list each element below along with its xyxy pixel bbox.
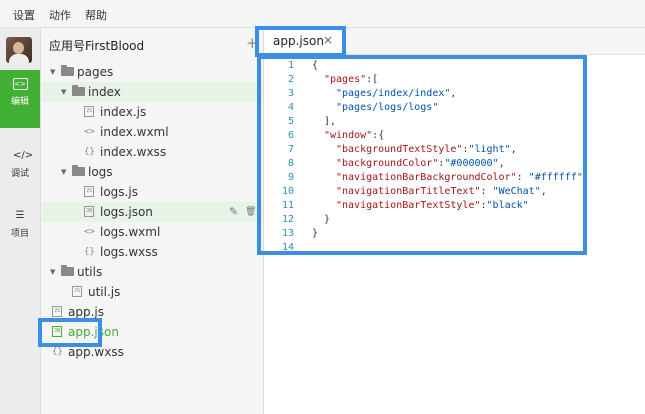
project-title: 应用号FirstBlood [49, 39, 145, 53]
debug-icon: </> [13, 150, 34, 161]
tree-item-label: logs.wxss [100, 245, 158, 259]
folder-icon [72, 85, 85, 96]
chevron-down-icon: ▼ [61, 168, 67, 176]
tree-item-index[interactable]: ▼ index [42, 82, 263, 102]
tree-item-pages[interactable]: ▼ pages [42, 62, 263, 82]
folder-icon [61, 65, 74, 76]
tree-item-index-js[interactable]: JS index.js [42, 102, 263, 122]
tree-item-logs-wxss[interactable]: {} logs.wxss [42, 242, 263, 262]
edit-icon[interactable]: ✎ [229, 202, 238, 222]
menu-help[interactable]: 帮助 [85, 7, 107, 23]
tree-item-label: pages [77, 65, 114, 79]
highlight-box-file [38, 318, 102, 347]
nav-debug[interactable]: </> 调试 [0, 142, 40, 200]
highlight-box-tab [255, 26, 346, 57]
tree-item-label: logs.js [100, 185, 138, 199]
chevron-down-icon: ▼ [50, 68, 56, 76]
js-file-icon: JS [52, 306, 62, 317]
activity-bar: <> 编辑 </> 调试 ☰ 项目 [0, 28, 41, 414]
tree-item-logs-wxml[interactable]: <> logs.wxml [42, 222, 263, 242]
folder-icon [72, 165, 85, 176]
tree-item-label: index.js [100, 105, 147, 119]
code-icon: <> [12, 78, 28, 90]
tree-item-utils[interactable]: ▼ utils [42, 262, 263, 282]
wxss-file-icon: {} [84, 247, 95, 257]
wxml-file-icon: <> [84, 127, 95, 137]
chevron-down-icon: ▼ [61, 88, 67, 96]
nav-project[interactable]: ☰ 项目 [0, 202, 40, 260]
nav-project-label: 项目 [10, 229, 29, 239]
wxml-file-icon: <> [84, 227, 95, 237]
json-file-icon: JN [84, 206, 94, 217]
tree-item-label: index.wxss [100, 145, 167, 159]
file-explorer: 应用号FirstBlood + ▼ pages ▼ index JS index… [42, 28, 264, 414]
trash-icon[interactable]: 🗑 [245, 202, 256, 222]
menu-icon: ☰ [15, 210, 25, 221]
tree-item-util-js[interactable]: JS util.js [42, 282, 263, 302]
nav-edit[interactable]: <> 编辑 [0, 70, 40, 128]
wxss-file-icon: {} [84, 147, 95, 157]
js-file-icon: JS [84, 106, 94, 117]
tree-item-label: index.wxml [100, 125, 169, 139]
tree-item-logs-json[interactable]: JN logs.json ✎ 🗑 [42, 202, 263, 222]
tree-item-label: logs.json [100, 205, 153, 219]
tree-item-logs[interactable]: ▼ logs [42, 162, 263, 182]
js-file-icon: JS [72, 286, 82, 297]
chevron-down-icon: ▼ [50, 268, 56, 276]
menu-settings[interactable]: 设置 [13, 7, 35, 23]
menu-bar: 设置 动作 帮助 [0, 0, 645, 28]
nav-edit-label: 编辑 [10, 97, 29, 107]
tree-item-label: utils [77, 265, 103, 279]
tree-item-label: util.js [88, 285, 121, 299]
folder-icon [61, 265, 74, 276]
menu-actions[interactable]: 动作 [49, 7, 71, 23]
js-file-icon: JS [84, 186, 94, 197]
tree-item-index-wxss[interactable]: {} index.wxss [42, 142, 263, 162]
tree-item-label: index [88, 85, 121, 99]
avatar[interactable] [6, 37, 32, 63]
nav-debug-label: 调试 [10, 169, 29, 179]
tree-item-label: logs [88, 165, 113, 179]
tree-item-index-wxml[interactable]: <> index.wxml [42, 122, 263, 142]
highlight-box-code [257, 55, 587, 255]
tree-item-label: logs.wxml [100, 225, 161, 239]
tree-item-logs-js[interactable]: JS logs.js [42, 182, 263, 202]
